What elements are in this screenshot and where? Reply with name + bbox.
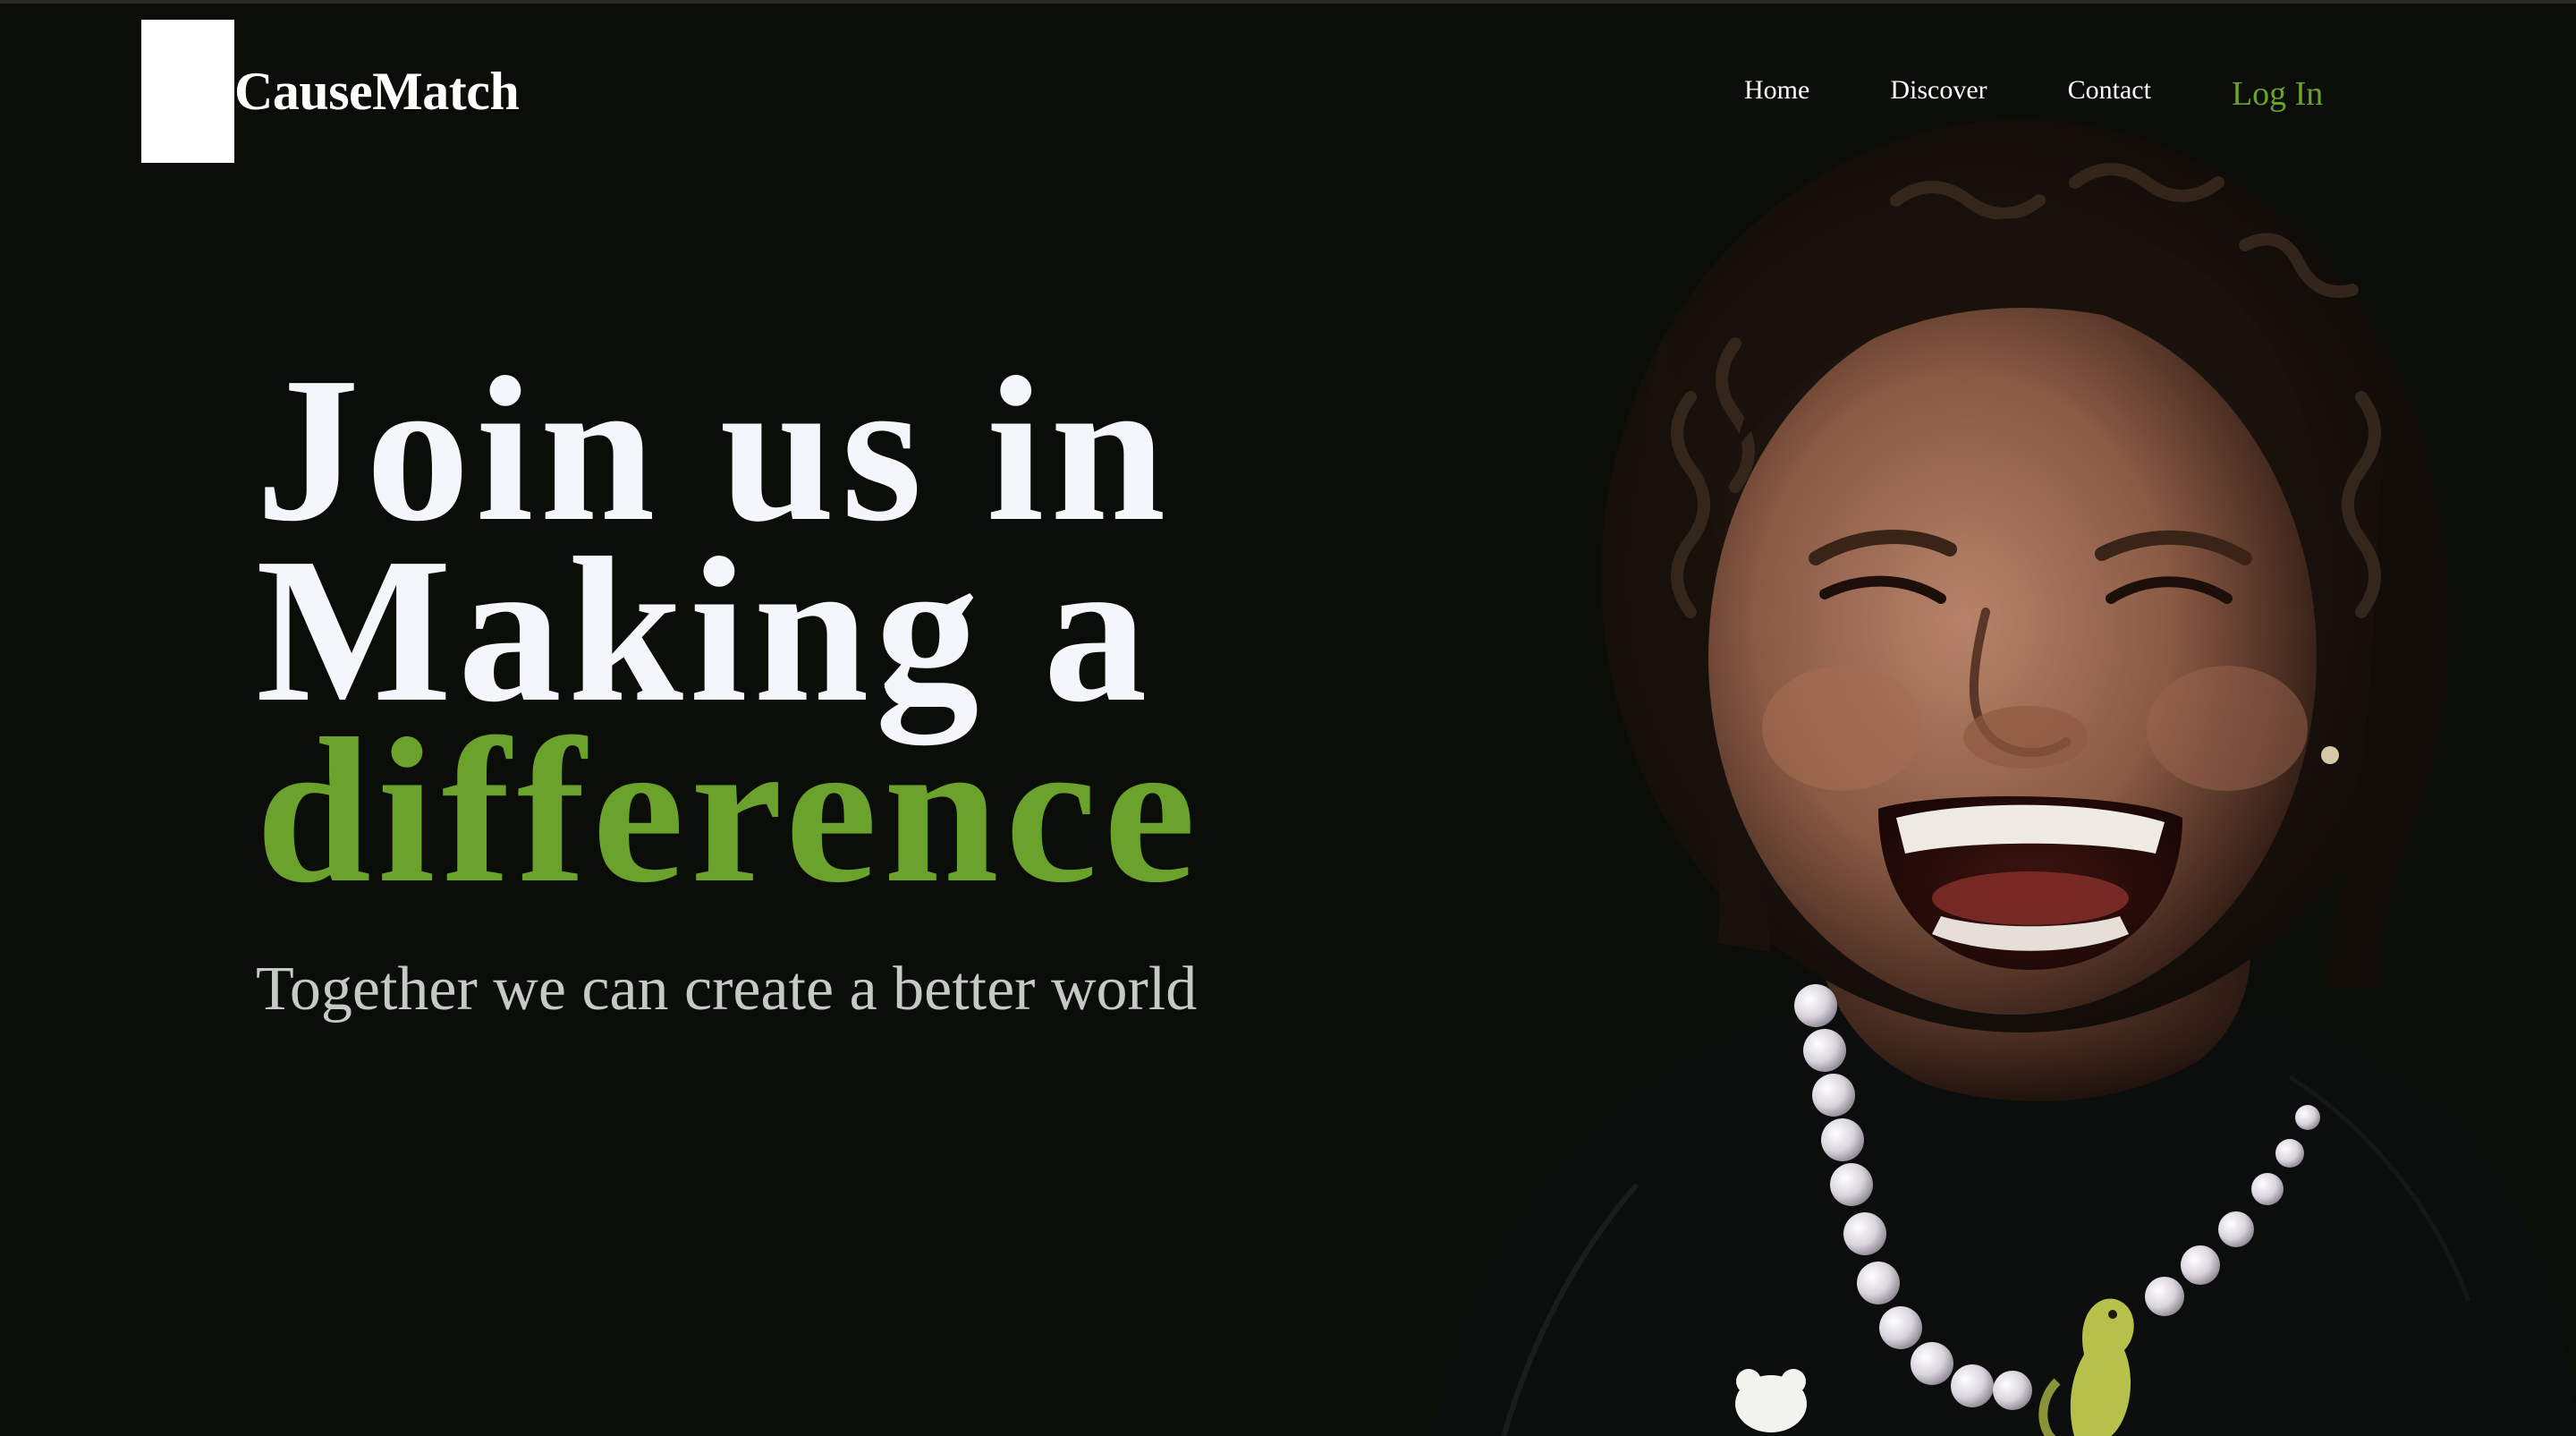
logo-image[interactable] — [141, 20, 234, 163]
nav-home-link[interactable]: Home — [1744, 75, 1809, 106]
hero-headline: Join us in Making a difference — [256, 335, 1419, 926]
headline-accent: difference — [256, 696, 1202, 926]
laughing-child-illustration — [1431, 120, 2576, 1436]
hero-subtitle: Together we can create a better world — [256, 955, 1198, 1024]
main-nav: Home Discover Contact Log In — [1744, 68, 2323, 113]
brand-name[interactable]: CauseMatch — [234, 55, 520, 127]
hero-photo — [1395, 111, 2576, 1436]
hero-section: Join us in Making a difference Together … — [256, 335, 1419, 1025]
nav-discover-link[interactable]: Discover — [1890, 75, 1987, 106]
login-link[interactable]: Log In — [2232, 74, 2323, 114]
headline-line-1: Join us in — [256, 335, 1173, 565]
nav-contact-link[interactable]: Contact — [2068, 75, 2151, 106]
landing-page: CauseMatch Home Discover Contact Log In … — [0, 0, 2576, 1436]
headline-line-2: Making a — [256, 515, 1154, 745]
